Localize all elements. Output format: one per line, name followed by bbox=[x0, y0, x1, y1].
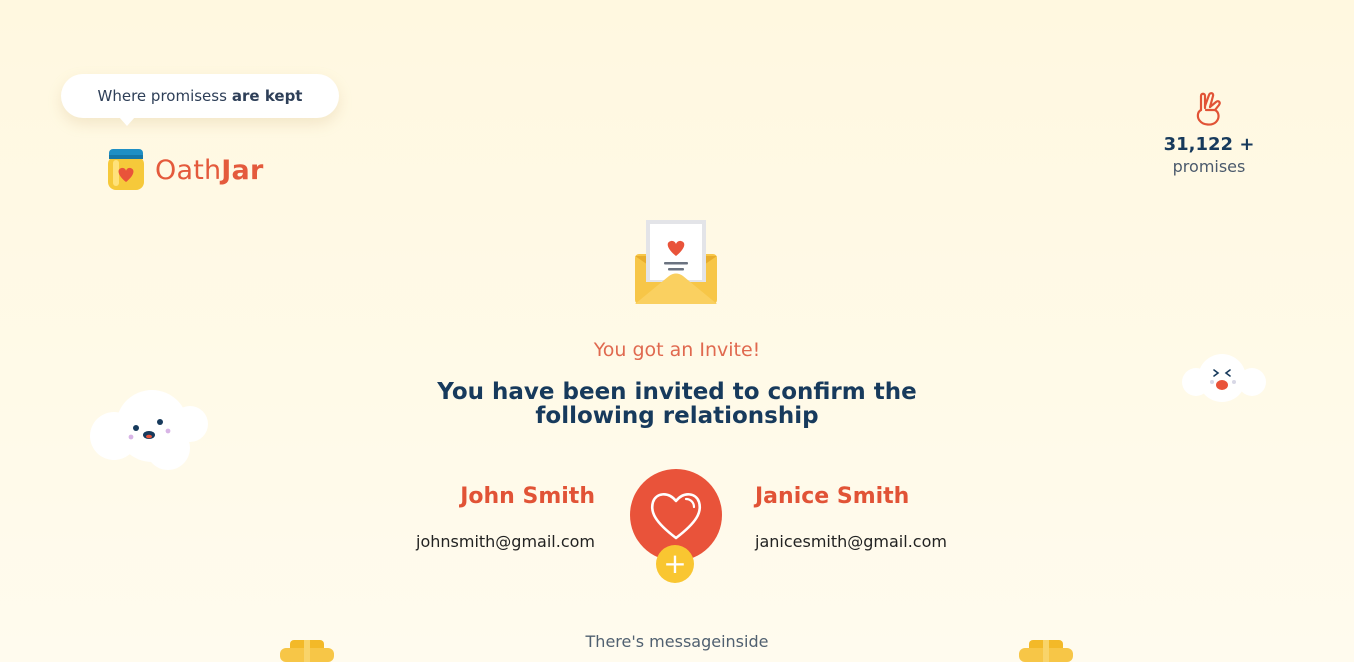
recipient-name: Janice Smith bbox=[755, 484, 910, 509]
invite-eyebrow: You got an Invite! bbox=[593, 339, 761, 361]
promise-label: promises bbox=[1172, 157, 1246, 176]
jar-lid-icon bbox=[1019, 640, 1073, 662]
cloud-face-icon bbox=[90, 390, 208, 470]
cloud-wink-icon bbox=[1182, 354, 1266, 402]
add-button[interactable]: + bbox=[656, 545, 694, 583]
logo-jar: Jar bbox=[221, 154, 264, 186]
person-card-recipient: Janice Smith janicesmith@gmail.com bbox=[755, 484, 947, 551]
crossed-fingers-icon bbox=[1196, 92, 1221, 126]
recipient-email: janicesmith@gmail.com bbox=[755, 532, 947, 551]
invite-page: Where promisess are kept OathJar 31,122 … bbox=[0, 0, 1354, 662]
logo-oath: Oath bbox=[155, 154, 222, 186]
promise-count: 31,122 + bbox=[1163, 134, 1255, 155]
jar-lid-icon bbox=[280, 640, 334, 662]
message-hint[interactable]: There's messageinside bbox=[0, 632, 1354, 651]
tagline-text: Where promisess bbox=[97, 87, 227, 105]
person-card-sender: John Smith johnsmith@gmail.com bbox=[416, 484, 595, 551]
logo-text: OathJar bbox=[155, 155, 263, 186]
envelope-icon bbox=[635, 220, 717, 304]
tagline-bubble: Where promisess are kept bbox=[61, 74, 339, 126]
logo[interactable]: OathJar bbox=[105, 148, 263, 192]
tagline-bold-text: are kept bbox=[231, 87, 303, 105]
jar-logo-icon bbox=[108, 149, 144, 190]
invite-headline: You have been invited to confirm the fol… bbox=[437, 379, 917, 429]
heart-icon bbox=[650, 493, 702, 540]
sender-name: John Smith bbox=[460, 484, 595, 509]
promise-stats: 31,122 + promises bbox=[1160, 90, 1258, 176]
sender-email: johnsmith@gmail.com bbox=[416, 532, 595, 551]
